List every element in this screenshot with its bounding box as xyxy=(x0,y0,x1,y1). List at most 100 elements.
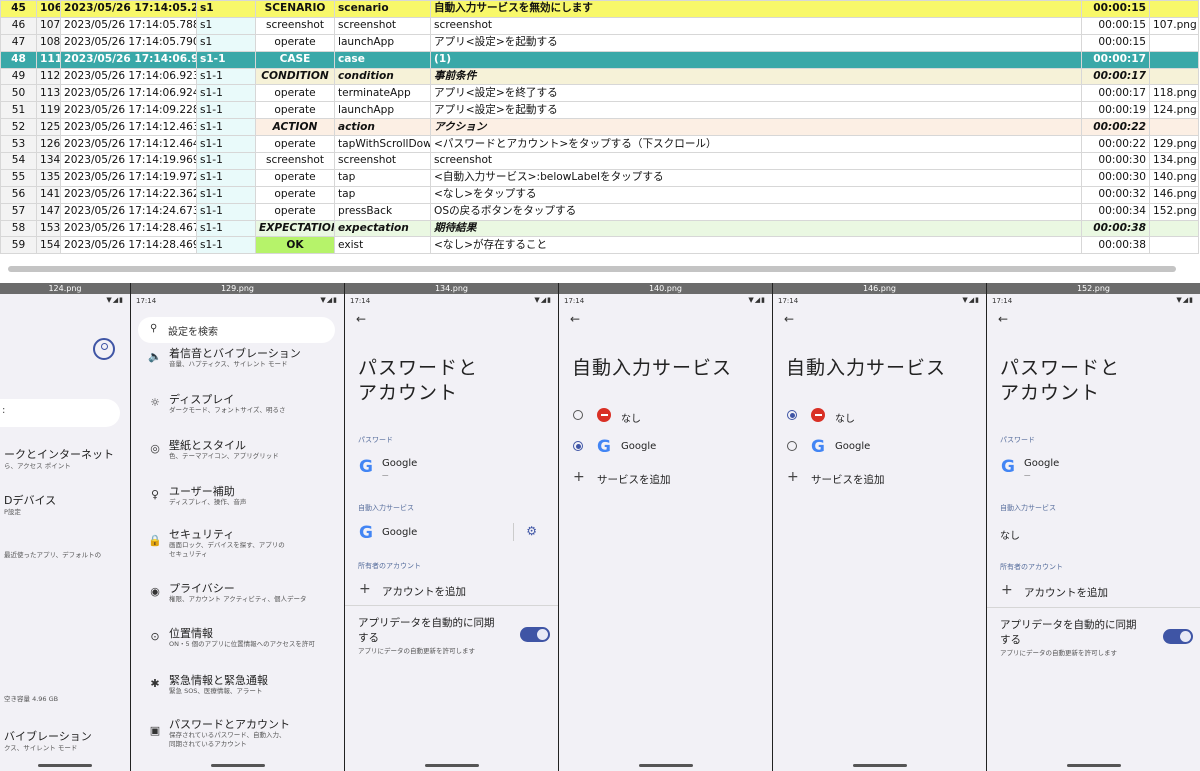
autofill-value-row[interactable]: なし xyxy=(987,523,1200,543)
gesture-nav-bar[interactable] xyxy=(38,764,92,767)
option-none-row[interactable]: なし xyxy=(559,405,772,427)
back-arrow-icon[interactable]: ← xyxy=(345,308,558,330)
table-row[interactable]: 46 107 2023/05/26 17:14:05.788 s1 screenshot… xyxy=(0,16,1199,35)
radio-google[interactable] xyxy=(573,441,583,451)
table-cell: case xyxy=(334,50,431,69)
table-row[interactable]: 55 135 2023/05/26 17:14:19.972 s1-1 operate t… xyxy=(0,168,1199,187)
gesture-nav-bar[interactable] xyxy=(638,764,693,767)
option-none-row[interactable]: なし xyxy=(773,405,986,427)
table-row[interactable]: 451062023/05/26 17:14:05.267s1SCENARIOsc… xyxy=(0,0,1199,18)
auto-sync-toggle[interactable] xyxy=(520,627,550,642)
add-account-row[interactable]: + アカウントを追加 xyxy=(345,581,558,601)
item-subtitle: 空き容量 4.96 GB xyxy=(4,695,59,703)
table-cell: launchApp xyxy=(334,101,431,120)
table-row[interactable]: 481112023/05/26 17:14:06.923s1-1CASEcase… xyxy=(0,50,1199,69)
auto-sync-row[interactable]: アプリデータを自動的に同期 する アプリにデータの自動更新を許可します xyxy=(987,615,1200,661)
account-circle-icon[interactable] xyxy=(93,338,115,360)
table-row[interactable]: 59 154 2023/05/26 17:14:28.469 s1-1 OK exist <… xyxy=(0,236,1199,255)
status-bar: 17:14 ▼◢▮ xyxy=(345,294,558,308)
settings-item[interactable]: 🔒 セキュリティ 画面ロック、デバイスを探す、アプリの セキュリティ xyxy=(131,526,344,566)
table-cell: 147 xyxy=(36,202,61,221)
table-cell: 00:00:17 xyxy=(1081,50,1150,69)
table-cell: 00:00:30 xyxy=(1081,152,1150,170)
settings-item[interactable]: ✱ 緊急情報と緊急通報 緊急 SOS、医療情報、アラート xyxy=(131,672,344,712)
table-cell: CASE xyxy=(255,50,335,69)
table-cell: 141 xyxy=(36,185,61,204)
settings-item-sound[interactable]: バイブレーション クス、サイレント モード xyxy=(4,728,92,753)
status-bar: 17:14 ▼◢▮ xyxy=(131,294,344,308)
table-row[interactable]: 50 113 2023/05/26 17:14:06.924 s1-1 operate t… xyxy=(0,84,1199,103)
back-arrow-icon[interactable]: ← xyxy=(773,308,986,330)
settings-item-title: セキュリティ xyxy=(169,528,235,541)
settings-item-apps[interactable]: 最近使ったアプリ、デフォルトの xyxy=(4,551,101,560)
gesture-nav-bar[interactable] xyxy=(1066,764,1121,767)
divider xyxy=(987,607,1200,608)
search-bar-partial[interactable]: : xyxy=(0,399,120,427)
settings-item-devices[interactable]: Dデバイス P設定 xyxy=(4,492,56,517)
table-cell: アプリ<設定>を起動する xyxy=(430,33,1082,52)
owner-section-label: 所有者のアカウント xyxy=(1000,563,1063,571)
page-title: パスワードと アカウント xyxy=(1000,357,1121,404)
auto-sync-toggle[interactable] xyxy=(1163,629,1193,644)
table-cell: 2023/05/26 17:14:06.924 xyxy=(60,84,197,103)
table-cell: 00:00:22 xyxy=(1081,118,1150,137)
option-google-row[interactable]: G Google xyxy=(559,436,772,458)
table-cell: launchApp xyxy=(334,33,431,52)
table-cell: expectation xyxy=(334,219,431,238)
autofill-provider-row[interactable]: G Google ⚙ xyxy=(345,521,558,545)
back-arrow-icon[interactable]: ← xyxy=(559,308,772,330)
panel-title: 146.png xyxy=(773,283,986,294)
table-row[interactable]: 53 126 2023/05/26 17:14:12.464 s1-1 operate t… xyxy=(0,135,1199,154)
auto-sync-title-cont: する xyxy=(1000,634,1021,646)
password-provider-row[interactable]: G Google — xyxy=(987,455,1200,483)
status-icons: ▼◢▮ xyxy=(748,296,766,304)
settings-item-storage[interactable]: 空き容量 4.96 GB xyxy=(4,695,58,704)
settings-item[interactable]: ◉ プライバシー 権限、アカウント アクティビティ、個人データ xyxy=(131,580,344,620)
add-account-row[interactable]: + アカウントを追加 xyxy=(987,582,1200,602)
horizontal-scrollbar[interactable] xyxy=(8,266,1176,272)
settings-item[interactable]: ▣ パスワードとアカウント 保存されているパスワード、自動入力、 同期されているアカウ… xyxy=(131,716,344,756)
add-service-row[interactable]: + サービスを追加 xyxy=(773,469,986,489)
auto-sync-row[interactable]: アプリデータを自動的に同期 する アプリにデータの自動更新を許可します xyxy=(345,613,558,659)
table-cell: operate xyxy=(255,202,335,221)
table-cell: 58 xyxy=(0,219,37,238)
settings-item[interactable]: ♀ ユーザー補助 ディスプレイ、操作、音声 xyxy=(131,483,344,523)
table-row[interactable]: 49 112 2023/05/26 17:14:06.923 s1-1 CONDITIO… xyxy=(0,67,1199,86)
table-row[interactable]: 56 141 2023/05/26 17:14:22.362 s1-1 operate t… xyxy=(0,185,1199,204)
settings-item-subtitle-line2: セキュリティ xyxy=(169,550,208,558)
status-time: 17:14 xyxy=(778,297,799,305)
option-google-row[interactable]: G Google xyxy=(773,436,986,458)
password-provider-row[interactable]: G Google — xyxy=(345,455,558,483)
settings-item[interactable]: ⊙ 位置情報 ON・5 個のアプリに位置情報へのアクセスを許可 xyxy=(131,625,344,665)
radio-google[interactable] xyxy=(787,441,797,451)
search-bar[interactable]: ⚲ 設定を検索 xyxy=(138,317,335,343)
add-service-row[interactable]: + サービスを追加 xyxy=(559,469,772,489)
table-cell: 126 xyxy=(36,135,61,154)
table-row[interactable]: 47 108 2023/05/26 17:14:05.790 s1 operate lau… xyxy=(0,33,1199,52)
table-cell: 135 xyxy=(36,168,61,187)
table-row[interactable]: 58 153 2023/05/26 17:14:28.467 s1-1 EXPECTAT… xyxy=(0,219,1199,238)
settings-item[interactable]: ◎ 壁紙とスタイル 色、テーマアイコン、アプリグリッド xyxy=(131,437,344,477)
gesture-nav-bar[interactable] xyxy=(424,764,479,767)
table-row[interactable]: 54 134 2023/05/26 17:14:19.969 s1-1 screensh… xyxy=(0,152,1199,170)
screenshot-panel-152: 152.png 17:14 ▼◢▮ ← パスワードと アカウント パスワード G… xyxy=(987,283,1200,771)
table-row[interactable]: 57 147 2023/05/26 17:14:24.673 s1-1 operate p… xyxy=(0,202,1199,221)
table-cell xyxy=(1149,236,1199,255)
gear-icon[interactable]: ⚙ xyxy=(526,524,537,538)
table-cell: ACTION xyxy=(255,118,335,137)
gesture-nav-bar[interactable] xyxy=(852,764,907,767)
status-bar: ▼◢▮ xyxy=(0,294,130,308)
table-row[interactable]: 52 125 2023/05/26 17:14:12.463 s1-1 ACTION ac… xyxy=(0,118,1199,137)
radio-none[interactable] xyxy=(787,410,797,420)
settings-item[interactable]: ☼ ディスプレイ ダークモード、フォントサイズ、明るさ xyxy=(131,391,344,431)
table-row[interactable]: 51 119 2023/05/26 17:14:09.228 s1-1 operate l… xyxy=(0,101,1199,120)
settings-item-network[interactable]: ークとインターネット ら、アクセス ポイント xyxy=(4,446,114,471)
settings-item[interactable]: 🔈 着信音とバイブレーション 音量、ハプティクス、サイレント モード xyxy=(131,345,344,385)
gesture-nav-bar[interactable] xyxy=(210,764,265,767)
radio-none[interactable] xyxy=(573,410,583,420)
table-cell: 45 xyxy=(0,0,37,18)
table-cell: 2023/05/26 17:14:28.467 xyxy=(60,219,197,238)
table-cell: pressBack xyxy=(334,202,431,221)
back-arrow-icon[interactable]: ← xyxy=(987,308,1200,330)
table-cell: 46 xyxy=(0,16,37,35)
